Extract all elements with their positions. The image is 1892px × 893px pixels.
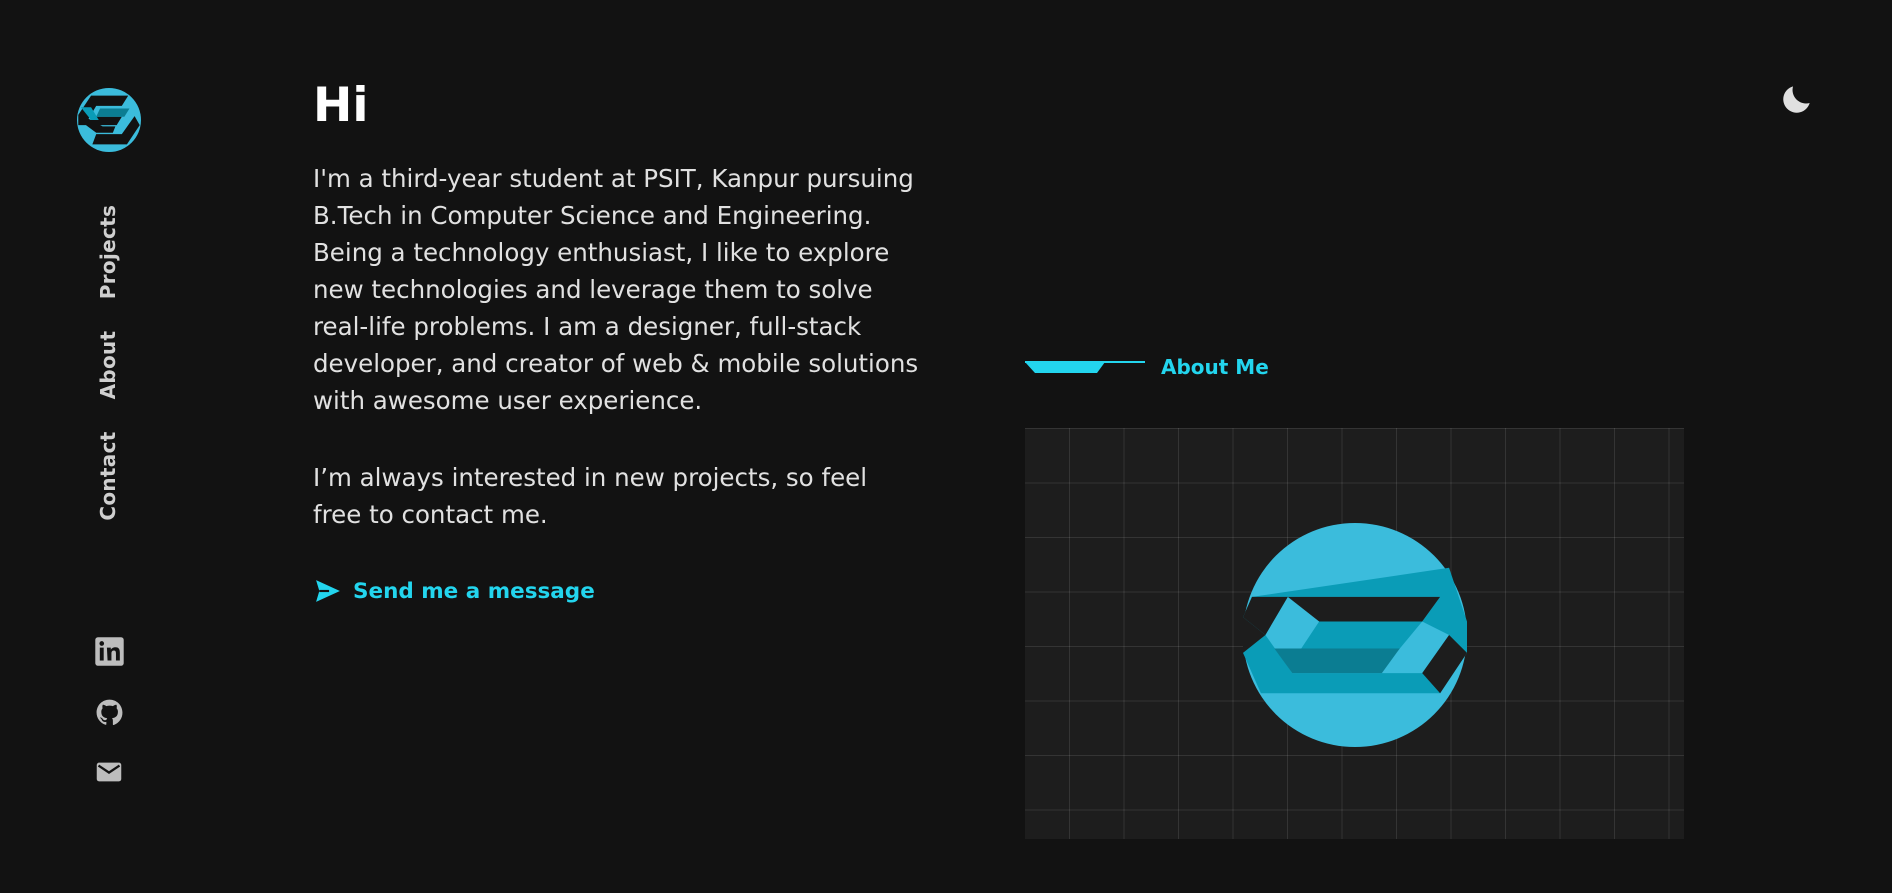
email-link[interactable]: [93, 756, 125, 788]
github-link[interactable]: [93, 696, 125, 728]
section-line-decoration: [1025, 361, 1145, 373]
theme-toggle-button[interactable]: [1778, 80, 1816, 118]
moon-icon: [1783, 86, 1810, 113]
greeting-heading: Hi: [313, 78, 369, 133]
about-image: [1025, 428, 1684, 839]
linkedin-link[interactable]: [93, 635, 125, 667]
brand-s-logo-icon: [1243, 523, 1467, 747]
nav-projects[interactable]: Projects: [96, 192, 120, 312]
send-icon: [316, 580, 340, 602]
brand-s-logo-icon: [77, 88, 141, 152]
github-icon: [96, 699, 122, 725]
linkedin-icon: [94, 636, 124, 666]
contact-paragraph: I’m always interested in new projects, s…: [313, 463, 868, 529]
about-section-header: About Me: [1025, 355, 1269, 379]
nav-contact[interactable]: Contact: [96, 416, 120, 536]
portfolio-page: Projects About Contact Hi I'm a third-ye…: [0, 0, 1892, 893]
intro-paragraph: I'm a third-year student at PSIT, Kanpur…: [313, 164, 919, 415]
send-message-link[interactable]: Send me a message: [313, 578, 595, 604]
about-me-label: About Me: [1161, 355, 1269, 379]
nav-about[interactable]: About: [96, 305, 120, 425]
mail-icon: [96, 762, 122, 782]
brand-logo[interactable]: [77, 88, 141, 152]
send-message-label: Send me a message: [353, 578, 595, 604]
